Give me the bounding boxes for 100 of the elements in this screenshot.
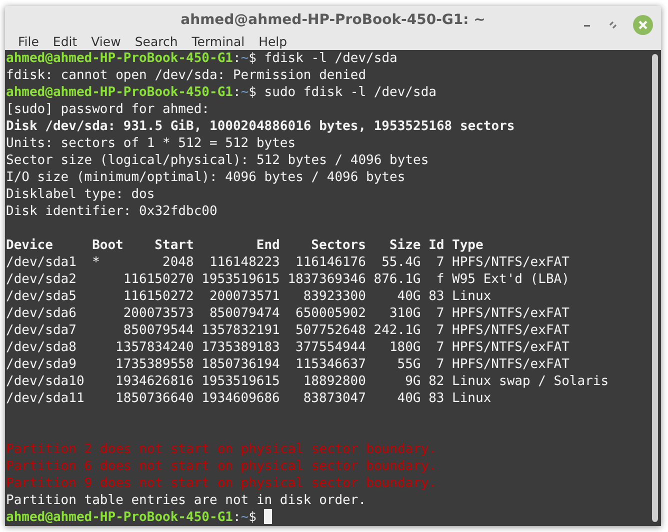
table-cell-text: 507752648 <box>294 322 366 339</box>
prompt-user-host: ahmed@ahmed-HP-ProBook-450-G1 <box>6 85 233 100</box>
prompt-symbol: $ <box>248 85 256 100</box>
window-title: ahmed@ahmed-HP-ProBook-450-G1: ~ <box>180 12 486 28</box>
column-header: Type <box>452 237 484 254</box>
text-cursor <box>264 509 272 524</box>
output-line: Disk identifier: 0x32fdbc00 <box>6 204 218 219</box>
table-cell-text: /dev/sda5 <box>6 288 78 305</box>
table-cell-text: HPFS/NTFS/exFAT <box>452 322 570 339</box>
table-cell-text: HPFS/NTFS/exFAT <box>452 356 570 373</box>
table-cell-text: 83 <box>428 288 444 305</box>
table-cell-text: 7 <box>435 339 444 356</box>
column-header: End <box>255 237 280 254</box>
table-cell-text: Linux swap / Solaris <box>452 373 610 390</box>
table-cell-text: 1953519615 <box>200 373 280 390</box>
prompt-symbol: $ <box>248 51 256 66</box>
table-cell-text: 1837369346 <box>286 271 366 288</box>
prompt-path: ~ <box>240 85 249 100</box>
table-cell-text: 200073573 <box>122 305 194 322</box>
prompt-separator: : <box>232 51 241 66</box>
table-cell-text: 116148223 <box>208 254 280 271</box>
output-line: Disklabel type: dos <box>6 187 155 202</box>
table-cell-text: 242.1G <box>372 322 421 339</box>
column-header: Device <box>6 237 54 254</box>
prompt-user-host: ahmed@ahmed-HP-ProBook-450-G1 <box>6 51 233 66</box>
table-cell-text: 116146176 <box>294 254 366 271</box>
output-line: fdisk: cannot open /dev/sda: Permission denied <box>6 68 366 83</box>
table-cell-text: 40G <box>396 288 421 305</box>
table-cell-text: 1735389183 <box>200 339 280 356</box>
table-cell: 1735389558 <box>116 356 194 373</box>
table-cell-text: 40G <box>396 390 421 407</box>
table-cell-text: 1934609686 <box>200 390 280 407</box>
output-line: Units: sectors of 1 * 512 = 512 bytes <box>6 136 296 151</box>
maximize-icon[interactable] <box>607 19 619 31</box>
command-text: sudo fdisk -l /dev/sda <box>264 85 436 100</box>
close-icon[interactable] <box>633 15 653 35</box>
table-cell-text: 55G <box>396 356 421 373</box>
table-cell-text: /dev/sda7 <box>6 322 78 339</box>
table-cell: 1934626816 <box>116 373 194 390</box>
scrollbar[interactable] <box>652 54 658 522</box>
table-cell-text: 1953519615 <box>200 271 280 288</box>
prompt-path: ~ <box>240 510 249 525</box>
table-cell-text: 200073571 <box>208 288 280 305</box>
table-cell-text: 7 <box>435 322 444 339</box>
output-line: [sudo] password for ahmed: <box>6 102 210 117</box>
table-cell-text: 116150272 <box>122 288 194 305</box>
table-cell-text: /dev/sda9 <box>6 356 78 373</box>
table-cell-text: 55.4G <box>380 254 421 271</box>
table-cell-text: 9G <box>404 373 421 390</box>
prompt-separator: : <box>232 85 241 100</box>
menu-item[interactable]: View <box>84 34 128 50</box>
table-cell-text: f <box>435 271 444 288</box>
output-line: Partition 2 does not start on physical sector boundary. <box>6 442 436 457</box>
table-cell-text: 650005902 <box>294 305 366 322</box>
table-cell-text: 850079544 <box>122 322 194 339</box>
table-cell-text: 7 <box>435 254 444 271</box>
table-cell-text: * <box>92 254 101 271</box>
table-cell-text: 1357832191 <box>200 322 280 339</box>
column-header: Sectors <box>310 237 366 254</box>
table-cell-text: 83873047 <box>302 390 366 407</box>
table-cell-text: W95 Ext'd (LBA) <box>452 271 570 288</box>
table-cell-text: 180G <box>388 339 421 356</box>
table-cell: 1850736640 <box>116 390 194 407</box>
prompt-path: ~ <box>240 51 249 66</box>
table-cell-text: HPFS/NTFS/exFAT <box>452 305 570 322</box>
column-header: Boot <box>92 237 124 254</box>
table-cell-text: 377554944 <box>294 339 366 356</box>
command-text: fdisk -l /dev/sda <box>264 51 398 66</box>
table-cell-text: 2048 <box>162 254 194 271</box>
output-line: Partition 9 does not start on physical sector boundary. <box>6 476 436 491</box>
menu-item[interactable]: Search <box>128 34 185 50</box>
output-line: Disk /dev/sda: 931.5 GiB, 1000204886016 bytes, 1953525168 sectors <box>6 119 515 134</box>
table-cell-text: /dev/sda8 <box>6 339 78 356</box>
table-cell-text: 310G <box>388 305 421 322</box>
table-cell-text: 115346637 <box>294 356 366 373</box>
output-line: I/O size (minimum/optimal): 4096 bytes / 4096 bytes <box>6 170 406 185</box>
table-cell-text: HPFS/NTFS/exFAT <box>452 254 570 271</box>
prompt-user-host: ahmed@ahmed-HP-ProBook-450-G1 <box>6 510 233 525</box>
table-cell: 1357834240 <box>116 339 194 356</box>
table-cell-text: /dev/sda6 <box>6 305 78 322</box>
menu-item[interactable]: Edit <box>46 34 84 50</box>
table-cell-text: /dev/sda10 <box>6 373 86 390</box>
output-line: Partition 6 does not start on physical sector boundary. <box>6 459 436 474</box>
table-cell-text: /dev/sda2 <box>6 271 78 288</box>
table-cell-text: 7 <box>435 305 444 322</box>
table-cell-text: HPFS/NTFS/exFAT <box>452 339 570 356</box>
prompt-symbol: $ <box>248 510 256 525</box>
column-header: Id <box>428 237 444 254</box>
table-cell-text: /dev/sda1 <box>6 254 78 271</box>
prompt-separator: : <box>232 510 241 525</box>
table-cell-text: 876.1G <box>372 271 421 288</box>
menu-item[interactable]: Help <box>252 34 294 50</box>
menu-item[interactable]: File <box>11 34 46 50</box>
menu-item[interactable]: Terminal <box>184 34 252 50</box>
table-cell-text: 7 <box>435 356 444 373</box>
table-cell-text: 83 <box>428 390 444 407</box>
column-header: Size <box>388 237 421 254</box>
table-cell-text: 83923300 <box>302 288 366 305</box>
table-cell-text: Linux <box>452 288 492 305</box>
table-cell-text: Linux <box>452 390 492 407</box>
